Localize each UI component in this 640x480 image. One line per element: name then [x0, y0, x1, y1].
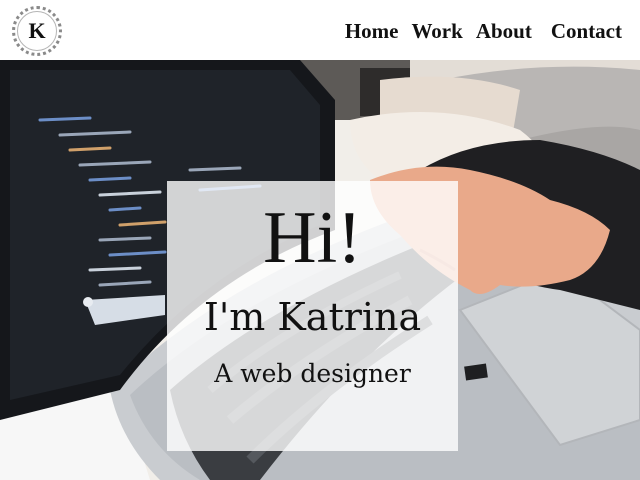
site-header: K Home Work About Contact	[0, 0, 640, 60]
hero-greeting: Hi!	[263, 197, 362, 279]
intro-card: Hi! I'm Katrina A web designer	[167, 181, 458, 451]
hero-section: Hi! I'm Katrina A web designer	[0, 60, 640, 480]
main-nav: Home Work About Contact	[345, 14, 622, 48]
hero-name: I'm Katrina	[203, 295, 422, 339]
logo-letter: K	[17, 11, 57, 51]
logo[interactable]: K	[12, 6, 62, 56]
nav-home-link[interactable]: Home	[345, 19, 399, 44]
nav-about-link[interactable]: About	[476, 19, 532, 44]
hero-role: A web designer	[214, 359, 411, 388]
nav-contact-link[interactable]: Contact	[551, 19, 622, 44]
nav-work-link[interactable]: Work	[411, 19, 462, 44]
